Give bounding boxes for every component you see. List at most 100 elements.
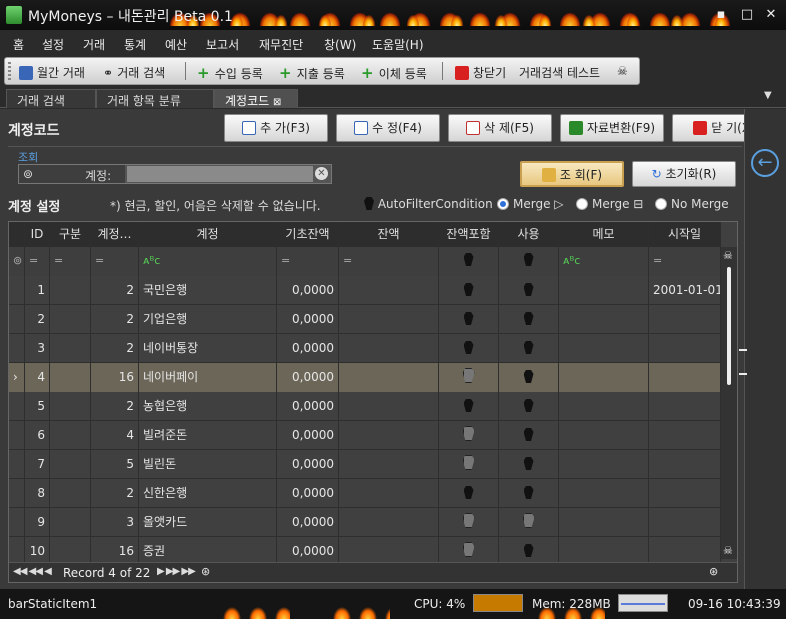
menu-report[interactable]: 보고서 bbox=[206, 36, 239, 53]
table-row[interactable]: 9 3 올앳카드 0,0000 bbox=[9, 508, 721, 537]
menu-budget[interactable]: 예산 bbox=[165, 36, 187, 53]
column-header[interactable]: 잔액포함 bbox=[439, 222, 499, 247]
memo-cell[interactable] bbox=[559, 508, 649, 537]
code-cell[interactable]: 5 bbox=[91, 450, 139, 479]
account-name-cell[interactable]: 국민은행 bbox=[139, 276, 277, 305]
transfer-entry-button[interactable]: + 이체 등록 bbox=[361, 64, 427, 82]
column-header[interactable]: 시작일 bbox=[649, 222, 721, 247]
auto-filter-toggle[interactable]: AutoFilterCondition bbox=[364, 197, 493, 211]
tab-transaction-search[interactable]: 거래 검색 bbox=[6, 89, 96, 108]
include-balance-cell[interactable] bbox=[439, 392, 499, 421]
delete-button[interactable]: 삭 제(F5) bbox=[448, 114, 552, 142]
balance-cell[interactable] bbox=[339, 334, 439, 363]
expense-entry-button[interactable]: + 지출 등록 bbox=[279, 64, 345, 82]
use-cell[interactable] bbox=[499, 334, 559, 363]
table-row[interactable]: 3 2 네이버통장 0,0000 bbox=[9, 334, 721, 363]
maximize-button[interactable]: □ bbox=[739, 7, 755, 23]
search-test-button[interactable]: 거래검색 테스트 bbox=[519, 64, 600, 81]
code-cell[interactable]: 4 bbox=[91, 421, 139, 450]
clear-icon[interactable]: ✕ bbox=[315, 167, 328, 180]
menu-window[interactable]: 창(W) bbox=[324, 36, 356, 53]
opening-balance-cell[interactable]: 0,0000 bbox=[277, 334, 339, 363]
type-cell[interactable] bbox=[50, 508, 91, 537]
menu-home[interactable]: 홈 bbox=[13, 36, 24, 53]
code-cell[interactable]: 16 bbox=[91, 363, 139, 392]
query-button[interactable]: 조 회(F) bbox=[520, 161, 624, 187]
start-date-cell[interactable] bbox=[649, 392, 721, 421]
balance-cell[interactable] bbox=[339, 276, 439, 305]
opening-balance-cell[interactable]: 0,0000 bbox=[277, 305, 339, 334]
memo-cell[interactable] bbox=[559, 334, 649, 363]
memo-cell[interactable] bbox=[559, 392, 649, 421]
memo-cell[interactable] bbox=[559, 421, 649, 450]
account-name-cell[interactable]: 네이버페이 bbox=[139, 363, 277, 392]
filter-cell[interactable]: ᴀᴮc bbox=[139, 247, 277, 276]
table-row[interactable]: 8 2 신한은행 0,0000 bbox=[9, 479, 721, 508]
opening-balance-cell[interactable]: 0,0000 bbox=[277, 421, 339, 450]
memo-cell[interactable] bbox=[559, 450, 649, 479]
include-balance-cell[interactable] bbox=[439, 508, 499, 537]
scroll-left-icon[interactable]: ⊛ bbox=[201, 565, 210, 578]
type-cell[interactable] bbox=[50, 392, 91, 421]
memo-cell[interactable] bbox=[559, 276, 649, 305]
id-cell[interactable]: 8 bbox=[25, 479, 50, 508]
use-cell[interactable] bbox=[499, 421, 559, 450]
memo-cell[interactable] bbox=[559, 305, 649, 334]
filter-cell[interactable]: = bbox=[25, 247, 50, 276]
use-cell[interactable] bbox=[499, 363, 559, 392]
start-date-cell[interactable] bbox=[649, 450, 721, 479]
first-prev-arrows-icon[interactable]: ◀◀ ◀◀ ◀ bbox=[13, 566, 52, 577]
column-header[interactable]: 구분 bbox=[50, 222, 91, 247]
start-date-cell[interactable]: 2001-01-01 bbox=[649, 276, 721, 305]
code-cell[interactable]: 3 bbox=[91, 508, 139, 537]
balance-cell[interactable] bbox=[339, 305, 439, 334]
column-header[interactable]: 계정 bbox=[139, 222, 277, 247]
code-cell[interactable]: 2 bbox=[91, 334, 139, 363]
toolbar-grip[interactable] bbox=[8, 62, 11, 80]
account-name-cell[interactable]: 농협은행 bbox=[139, 392, 277, 421]
column-header[interactable]: ID bbox=[25, 222, 50, 247]
scroll-right-icon[interactable]: ⊛ bbox=[709, 565, 718, 578]
type-cell[interactable] bbox=[50, 305, 91, 334]
id-cell[interactable]: 9 bbox=[25, 508, 50, 537]
column-header[interactable]: 기초잔액 bbox=[277, 222, 339, 247]
row-indicator[interactable] bbox=[9, 479, 25, 508]
table-row[interactable]: 5 2 농협은행 0,0000 bbox=[9, 392, 721, 421]
row-indicator[interactable] bbox=[9, 450, 25, 479]
table-row[interactable]: 6 4 빌려준돈 0,0000 bbox=[9, 421, 721, 450]
close-tab-icon[interactable]: ⊠ bbox=[273, 97, 281, 108]
filter-cell[interactable]: = bbox=[50, 247, 91, 276]
use-cell[interactable] bbox=[499, 305, 559, 334]
filter-cell[interactable]: = bbox=[277, 247, 339, 276]
menu-statistics[interactable]: 통계 bbox=[124, 36, 146, 53]
income-entry-button[interactable]: + 수입 등록 bbox=[197, 64, 263, 82]
row-indicator[interactable] bbox=[9, 334, 25, 363]
row-indicator[interactable] bbox=[9, 305, 25, 334]
type-cell[interactable] bbox=[50, 450, 91, 479]
opening-balance-cell[interactable]: 0,0000 bbox=[277, 479, 339, 508]
column-header[interactable]: 잔액 bbox=[339, 222, 439, 247]
row-indicator[interactable] bbox=[9, 392, 25, 421]
balance-cell[interactable] bbox=[339, 479, 439, 508]
filter-cell[interactable]: = bbox=[91, 247, 139, 276]
menu-transactions[interactable]: 거래 bbox=[83, 36, 105, 53]
vertical-scrollbar[interactable]: ☠ ☠ bbox=[721, 247, 737, 559]
code-cell[interactable]: 2 bbox=[91, 479, 139, 508]
balance-cell[interactable] bbox=[339, 508, 439, 537]
row-indicator[interactable]: › bbox=[9, 363, 25, 392]
row-indicator[interactable] bbox=[9, 508, 25, 537]
filter-cell[interactable]: = bbox=[649, 247, 721, 276]
use-cell[interactable] bbox=[499, 450, 559, 479]
code-cell[interactable]: 2 bbox=[91, 305, 139, 334]
no-merge-radio[interactable]: No Merge bbox=[655, 197, 729, 211]
table-row[interactable]: 7 5 빌린돈 0,0000 bbox=[9, 450, 721, 479]
account-name-cell[interactable]: 올앳카드 bbox=[139, 508, 277, 537]
column-header[interactable]: 메모 bbox=[559, 222, 649, 247]
table-row[interactable]: 1 2 국민은행 0,0000 2001-01-01 bbox=[9, 276, 721, 305]
filter-cell[interactable]: ᴀᴮc bbox=[559, 247, 649, 276]
use-cell[interactable] bbox=[499, 508, 559, 537]
type-cell[interactable] bbox=[50, 276, 91, 305]
data-convert-button[interactable]: 자료변환(F9) bbox=[560, 114, 664, 142]
include-balance-cell[interactable] bbox=[439, 334, 499, 363]
next-last-arrows-icon[interactable]: ▶ ▶▶ ▶▶ bbox=[157, 566, 196, 577]
